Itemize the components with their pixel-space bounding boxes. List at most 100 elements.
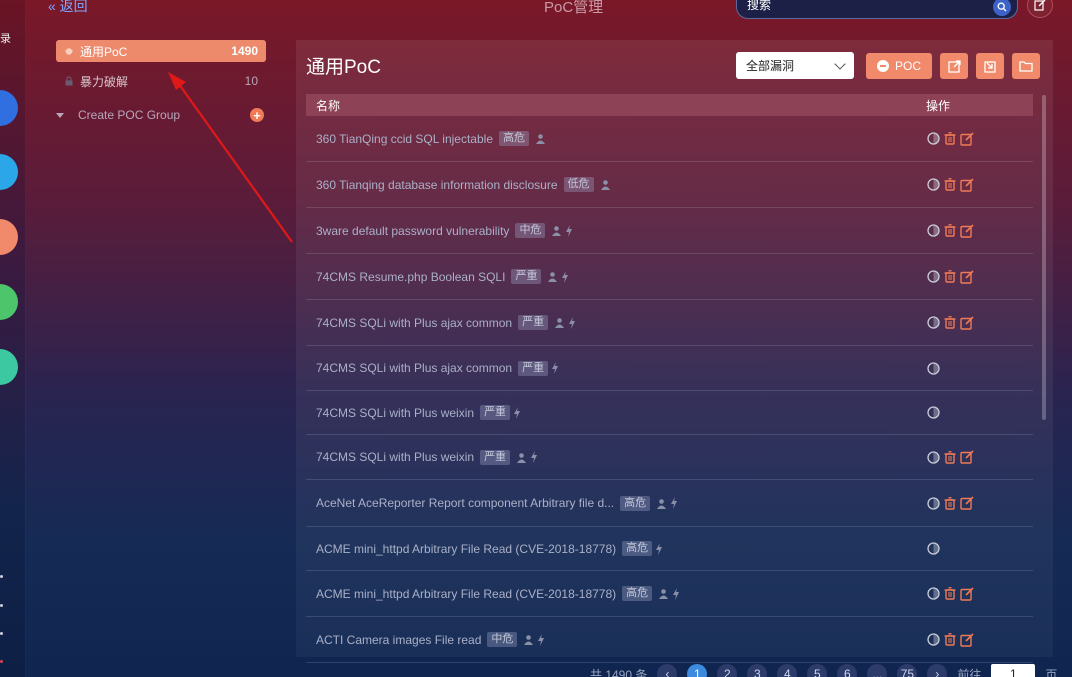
delete-icon[interactable]: [943, 178, 957, 192]
poc-name[interactable]: 360 Tianqing database information disclo…: [306, 178, 558, 192]
table-row: 74CMS Resume.php Boolean SQLI 严重: [306, 254, 1033, 300]
page-button[interactable]: 4: [777, 664, 798, 677]
delete-icon[interactable]: [943, 633, 957, 647]
edit-icon[interactable]: [960, 586, 974, 601]
delete-icon[interactable]: [943, 587, 957, 601]
export-button[interactable]: [940, 53, 968, 79]
lock-icon: [65, 76, 73, 86]
rail-icon-blue[interactable]: [0, 90, 18, 126]
poc-name[interactable]: 3ware default password vulnerability: [306, 224, 509, 238]
poc-name[interactable]: ACME mini_httpd Arbitrary File Read (CVE…: [306, 542, 616, 556]
delete-icon[interactable]: [943, 224, 957, 238]
edit-icon[interactable]: [960, 450, 974, 464]
delete-icon[interactable]: [943, 316, 957, 330]
bolt-icon: [514, 406, 521, 419]
table-row: 360 TianQing ccid SQL injectable 高危: [306, 116, 1033, 162]
user-icon: [536, 134, 545, 144]
verify-icon[interactable]: [926, 270, 940, 284]
goto-label: 前往: [957, 667, 982, 677]
severity-badge: 严重: [511, 269, 542, 284]
verify-icon[interactable]: [926, 542, 940, 556]
poc-name[interactable]: 74CMS SQLi with Plus ajax common: [306, 316, 512, 330]
verify-icon[interactable]: [926, 450, 940, 464]
page-button[interactable]: 1: [687, 664, 708, 677]
page-button[interactable]: 6: [837, 664, 858, 677]
user-icon: [548, 272, 558, 282]
folder-button[interactable]: [1012, 53, 1040, 79]
poc-name[interactable]: 74CMS SQLi with Plus ajax common: [306, 361, 512, 375]
verify-icon[interactable]: [926, 316, 940, 330]
import-button[interactable]: [976, 53, 1004, 79]
verify-icon[interactable]: [926, 132, 940, 146]
group-item-generic-poc[interactable]: 通用PoC 1490: [56, 40, 266, 62]
edit-icon[interactable]: [960, 269, 974, 284]
top-bar: « 返回 PoC管理: [26, 0, 1072, 20]
table-header: 名称 操作: [306, 94, 1033, 116]
rail-icon-green[interactable]: [0, 284, 18, 320]
poc-name[interactable]: 74CMS Resume.php Boolean SQLI: [306, 270, 505, 284]
verify-icon[interactable]: [926, 361, 940, 375]
user-icon: [517, 452, 527, 463]
prev-page-button[interactable]: ‹: [657, 664, 678, 677]
rail-icon-teal[interactable]: [0, 349, 18, 385]
scrollbar[interactable]: [1042, 95, 1046, 420]
verify-icon[interactable]: [926, 496, 940, 510]
vuln-filter-select[interactable]: 全部漏洞: [736, 52, 854, 79]
page-button[interactable]: 5: [807, 664, 828, 677]
page-button[interactable]: 3: [747, 664, 768, 677]
page-button[interactable]: 2: [717, 664, 738, 677]
severity-badge: 高危: [622, 586, 653, 601]
row-actions: [926, 269, 974, 284]
severity-badge: 低危: [563, 177, 594, 192]
delete-icon[interactable]: [943, 270, 957, 284]
delete-icon[interactable]: [943, 450, 957, 464]
edit-icon[interactable]: [960, 131, 974, 146]
delete-icon[interactable]: [943, 132, 957, 146]
row-actions: [926, 131, 974, 146]
bolt-icon: [569, 316, 576, 329]
group-item-brute-force[interactable]: 暴力破解 10: [56, 70, 266, 92]
minus-circle-icon: [876, 60, 889, 72]
poc-name[interactable]: 74CMS SQLi with Plus weixin: [306, 406, 474, 420]
verify-icon[interactable]: [926, 633, 940, 647]
poc-name[interactable]: ACME mini_httpd Arbitrary File Read (CVE…: [306, 587, 616, 601]
row-actions: [926, 361, 940, 375]
rail-icon-cyan[interactable]: [0, 154, 18, 190]
page-button[interactable]: 75: [897, 664, 918, 677]
poc-button[interactable]: POC: [866, 53, 932, 79]
goto-page-input[interactable]: [991, 664, 1036, 677]
verify-icon[interactable]: [926, 224, 940, 238]
edit-icon[interactable]: [960, 223, 974, 238]
delete-icon[interactable]: [943, 496, 957, 510]
poc-button-label: POC: [894, 59, 921, 73]
next-page-button[interactable]: ›: [927, 664, 948, 677]
page-ellipsis[interactable]: ...: [867, 664, 888, 677]
poc-name[interactable]: AceNet AceReporter Report component Arbi…: [306, 496, 614, 510]
poc-name[interactable]: 360 TianQing ccid SQL injectable: [306, 132, 493, 146]
rail-icon-orange[interactable]: [0, 219, 18, 255]
poc-name[interactable]: 74CMS SQLi with Plus weixin: [306, 450, 474, 464]
verify-icon[interactable]: [926, 406, 940, 420]
search-input[interactable]: [747, 0, 1007, 12]
add-group-icon[interactable]: +: [250, 108, 264, 122]
bolt-icon: [538, 633, 545, 646]
page-unit: 页: [1045, 667, 1058, 677]
back-link[interactable]: « 返回: [48, 0, 88, 16]
search-icon[interactable]: [993, 0, 1011, 16]
edit-icon[interactable]: [960, 315, 974, 330]
poc-name[interactable]: ACTI Camera images File read: [306, 633, 481, 647]
table-row: 74CMS SQLi with Plus weixin 严重: [306, 391, 1033, 435]
user-icon: [659, 589, 669, 599]
edit-icon-button[interactable]: [1027, 0, 1053, 18]
edit-icon[interactable]: [960, 496, 974, 510]
row-actions: [926, 406, 940, 420]
edit-icon[interactable]: [960, 632, 974, 647]
create-poc-group[interactable]: Create POC Group +: [56, 108, 266, 122]
user-icon: [555, 318, 565, 328]
table-row: 74CMS SQLi with Plus ajax common 严重: [306, 300, 1033, 346]
rail-dot: [0, 575, 3, 578]
verify-icon[interactable]: [926, 178, 940, 192]
search-box: [736, 0, 1018, 19]
verify-icon[interactable]: [926, 587, 940, 601]
edit-icon[interactable]: [960, 177, 974, 192]
